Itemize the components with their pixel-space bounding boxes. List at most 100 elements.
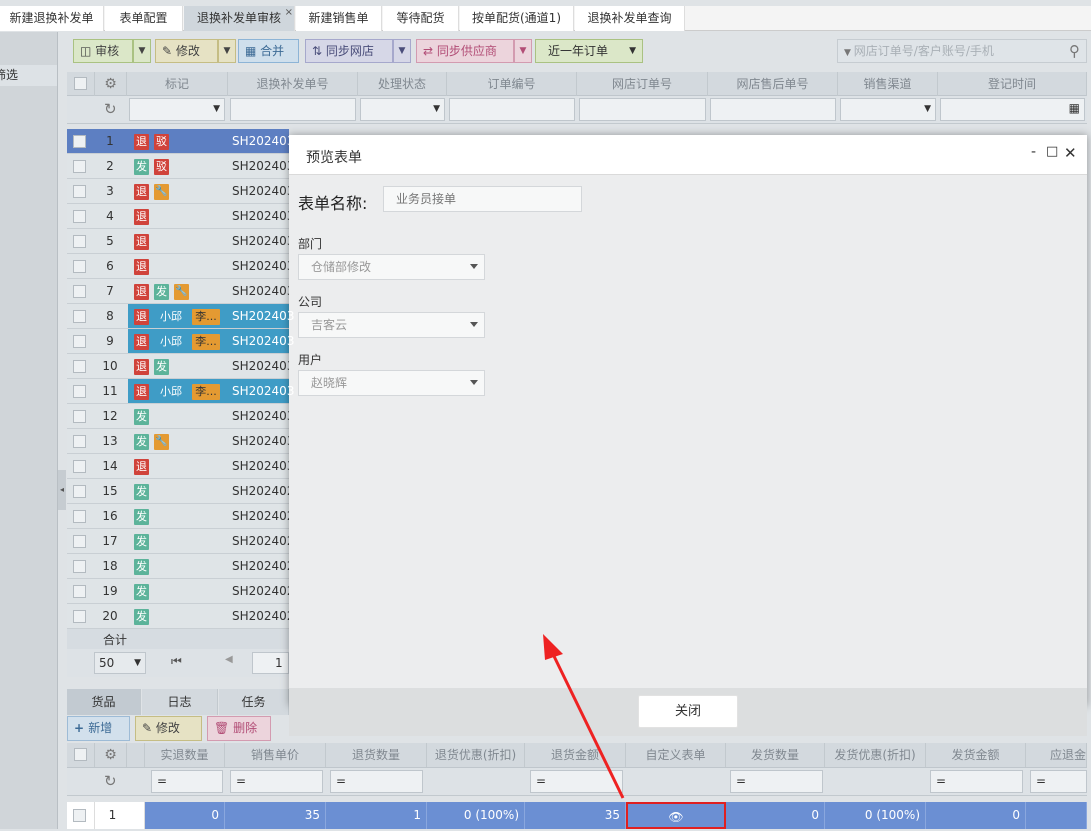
filter-ship-amount[interactable]: = <box>930 770 1023 793</box>
table-row[interactable]: 3 SH202403 退 🔧 <box>67 179 294 204</box>
table-row[interactable]: 19 SH202402 发 <box>67 579 294 604</box>
merge-button[interactable]: ▦ 合并 <box>238 39 299 63</box>
dept-select[interactable]: 仓储部修改 <box>298 254 485 280</box>
gear-icon[interactable]: ⚙ <box>95 72 127 96</box>
col-unit-price[interactable]: 销售单价 <box>225 743 326 767</box>
refresh-icon[interactable]: ↻ <box>104 772 117 790</box>
time-filter[interactable]: ▦ <box>940 98 1085 121</box>
page-number-input[interactable]: 1 <box>252 652 289 674</box>
company-select[interactable]: 吉客云 <box>298 312 485 338</box>
search-input[interactable]: ▼ 网店订单号/客户账号/手机 ⚲ <box>837 39 1087 63</box>
col-custom-form[interactable]: 自定义表单 <box>626 743 726 767</box>
row-checkbox[interactable] <box>73 285 86 298</box>
row-checkbox[interactable] <box>73 135 86 148</box>
minimize-icon[interactable]: - <box>1031 144 1036 160</box>
row-checkbox[interactable] <box>73 310 86 323</box>
filter-label[interactable]: 筛选 <box>0 65 57 86</box>
modify-dropdown[interactable]: ▼ <box>218 39 236 63</box>
filter-unit-price[interactable]: = <box>230 770 323 793</box>
detail-row[interactable]: 1 0 35 1 0 (100%) 35 👁 0 0 (100%) 0 <box>67 802 1087 829</box>
table-row[interactable]: 11 SH202403 退小邱 李... <box>67 379 294 404</box>
col-actual-return[interactable]: 实退数量 <box>145 743 225 767</box>
row-checkbox[interactable] <box>73 435 86 448</box>
table-row[interactable]: 9 SH202403 退小邱 李... <box>67 329 294 354</box>
eye-icon[interactable]: 👁 <box>626 802 726 829</box>
first-page-icon[interactable]: ⏮ <box>171 654 182 669</box>
col-store-after[interactable]: 网店售后单号 <box>708 72 838 96</box>
store-after-filter[interactable] <box>710 98 836 121</box>
col-channel[interactable]: 销售渠道 <box>838 72 938 96</box>
row-checkbox[interactable] <box>73 410 86 423</box>
add-button[interactable]: + 新增 <box>67 716 130 741</box>
filter-refund[interactable]: = <box>1030 770 1087 793</box>
delete-button[interactable]: 🗑 删除 <box>207 716 271 741</box>
row-checkbox[interactable] <box>73 235 86 248</box>
status-filter[interactable]: ▼ <box>360 98 445 121</box>
tab-return-query[interactable]: 退换补发单查询 <box>575 6 685 31</box>
col-return-qty[interactable]: 退货数量 <box>326 743 427 767</box>
row-checkbox[interactable] <box>73 610 86 623</box>
maximize-icon[interactable]: □ <box>1046 144 1058 159</box>
row-checkbox[interactable] <box>73 385 86 398</box>
return-no-filter[interactable] <box>230 98 356 121</box>
search-dropdown-icon[interactable]: ▼ <box>844 48 854 58</box>
page-size-select[interactable]: 50 ▼ <box>94 652 146 674</box>
row-checkbox[interactable] <box>73 360 86 373</box>
row-checkbox[interactable] <box>73 809 86 822</box>
refresh-icon[interactable]: ↻ <box>104 100 117 118</box>
tab-log[interactable]: 日志 <box>142 689 218 715</box>
period-select[interactable]: 近一年订单 ▼ <box>535 39 643 63</box>
table-row[interactable]: 17 SH202402 发 <box>67 529 294 554</box>
col-ship-discount[interactable]: 发货优惠(折扣) <box>825 743 926 767</box>
close-icon[interactable]: ✕ <box>1064 144 1077 162</box>
audit-button[interactable]: ◫ 审核 <box>73 39 133 63</box>
row-checkbox[interactable] <box>73 460 86 473</box>
calendar-icon[interactable]: ▦ <box>1069 101 1080 115</box>
row-checkbox[interactable] <box>73 510 86 523</box>
col-ship-amount[interactable]: 发货金额 <box>926 743 1026 767</box>
row-checkbox[interactable] <box>73 485 86 498</box>
table-row[interactable]: 6 SH202403 退 <box>67 254 294 279</box>
row-checkbox[interactable] <box>73 560 86 573</box>
row-checkbox[interactable] <box>73 335 86 348</box>
select-all-checkbox[interactable] <box>74 77 87 90</box>
col-reg-time[interactable]: 登记时间 <box>938 72 1087 96</box>
close-button[interactable]: 关闭 <box>638 695 738 728</box>
form-name-input[interactable] <box>383 186 582 212</box>
table-row[interactable]: 14 SH202403 退 <box>67 454 294 479</box>
col-ship-qty[interactable]: 发货数量 <box>726 743 825 767</box>
table-row[interactable]: 5 SH202403 退 <box>67 229 294 254</box>
row-checkbox[interactable] <box>73 210 86 223</box>
tab-task[interactable]: 任务 <box>219 689 289 715</box>
col-status[interactable]: 处理状态 <box>358 72 447 96</box>
audit-dropdown[interactable]: ▼ <box>133 39 151 63</box>
search-icon[interactable]: ⚲ <box>1069 40 1080 62</box>
filter-actual-return[interactable]: = <box>151 770 223 793</box>
user-select[interactable]: 赵晓辉 <box>298 370 485 396</box>
col-return-discount[interactable]: 退货优惠(折扣) <box>427 743 525 767</box>
tab-form-config[interactable]: 表单配置 <box>105 6 183 31</box>
modify-button[interactable]: ✎ 修改 <box>155 39 218 63</box>
row-checkbox[interactable] <box>73 585 86 598</box>
detail-modify-button[interactable]: ✎ 修改 <box>135 716 202 741</box>
sync-store-dropdown[interactable]: ▼ <box>393 39 411 63</box>
table-row[interactable]: 7 SH202403 退发 🔧 <box>67 279 294 304</box>
prev-page-icon[interactable]: ◀ <box>225 654 233 665</box>
col-refund[interactable]: 应退金额 <box>1026 743 1087 786</box>
tab-goods[interactable]: 货品 <box>67 689 141 715</box>
store-order-filter[interactable] <box>579 98 706 121</box>
table-row[interactable]: 10 SH202403 退发 <box>67 354 294 379</box>
table-row[interactable]: 1 SH202403 退驳 <box>67 129 294 154</box>
gear-icon[interactable]: ⚙ <box>95 743 127 767</box>
col-mark[interactable]: 标记 <box>127 72 228 96</box>
table-row[interactable]: 12 SH202403 发 <box>67 404 294 429</box>
detail-select-all-checkbox[interactable] <box>74 748 87 761</box>
channel-filter[interactable]: ▼ <box>840 98 936 121</box>
tab-pick-by-order[interactable]: 按单配货(通道1) <box>460 6 574 31</box>
table-row[interactable]: 20 SH202402 发 <box>67 604 294 629</box>
row-checkbox[interactable] <box>73 185 86 198</box>
collapse-handle[interactable]: ◂ <box>58 470 66 510</box>
col-order-no[interactable]: 订单编号 <box>447 72 577 96</box>
sync-supplier-button[interactable]: ⇄ 同步供应商 <box>416 39 514 63</box>
tab-new-sales[interactable]: 新建销售单 <box>296 6 382 31</box>
